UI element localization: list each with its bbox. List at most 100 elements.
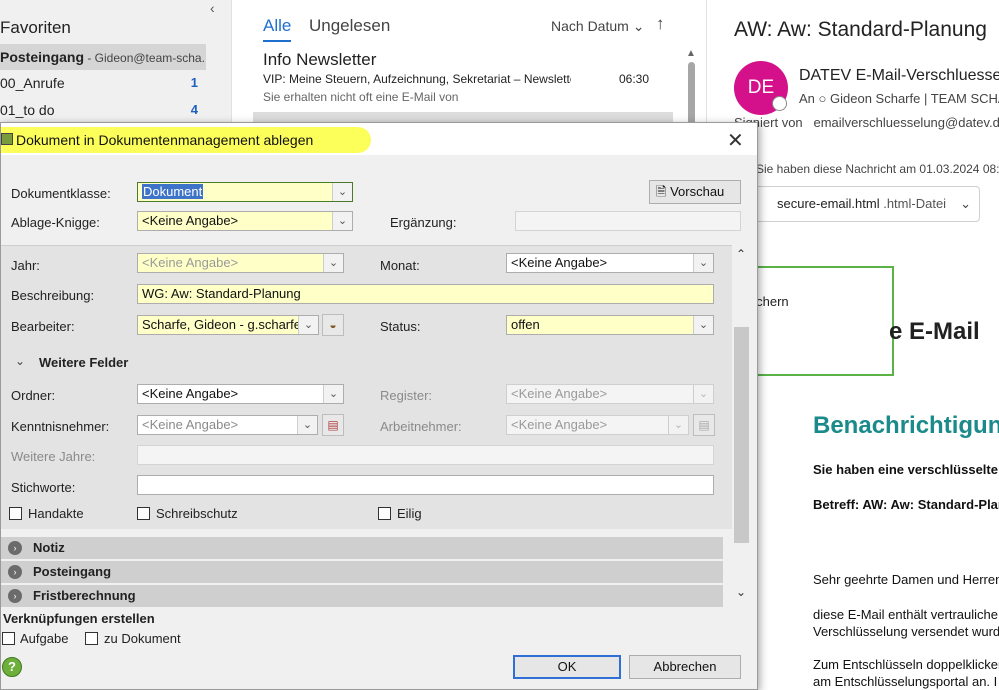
- section-notiz[interactable]: › Notiz: [1, 537, 723, 559]
- dokumentklasse-label: Dokumentklasse:: [11, 186, 111, 201]
- to-label: An: [799, 91, 815, 106]
- weitere-felder-toggle[interactable]: Weitere Felder: [39, 355, 128, 370]
- arbeitnehmer-combo[interactable]: <Keine Angabe> ⌄: [506, 415, 689, 435]
- monat-combo[interactable]: <Keine Angabe> ⌄: [506, 253, 714, 273]
- jahr-value: <Keine Angabe>: [142, 255, 239, 270]
- expand-icon[interactable]: ›: [8, 589, 22, 603]
- chevron-down-icon[interactable]: ⌄: [693, 254, 713, 272]
- body-line: Sie haben eine verschlüsselte: [813, 462, 998, 477]
- schreibschutz-label: Schreibschutz: [156, 506, 238, 521]
- expand-icon[interactable]: ›: [8, 565, 22, 579]
- chevron-down-icon[interactable]: ⌄: [297, 416, 317, 434]
- sort-dropdown[interactable]: Nach Datum ⌄: [551, 18, 644, 35]
- context-menu-box: eichern: [746, 266, 894, 376]
- dialog-titlebar[interactable]: Dokument in Dokumentenmanagement ablegen…: [1, 123, 757, 155]
- folder-item-anrufe[interactable]: 00_Anrufe 1: [0, 70, 206, 96]
- chevron-down-icon[interactable]: ⌄: [332, 212, 352, 230]
- bearbeiter-combo[interactable]: Scharfe, Gideon - g.scharfe ⌄: [137, 315, 319, 335]
- section-fristberechnung[interactable]: › Fristberechnung: [1, 585, 723, 607]
- section-label: Fristberechnung: [33, 588, 136, 603]
- beschreibung-label: Beschreibung:: [11, 288, 95, 303]
- sender-name[interactable]: DATEV E-Mail-Verschluesselung: [799, 67, 999, 85]
- calendar-icon[interactable]: ▤: [322, 414, 344, 436]
- section-posteingang[interactable]: › Posteingang: [1, 561, 723, 583]
- stichworte-field[interactable]: [137, 475, 714, 495]
- dms-app-icon: [1, 133, 13, 145]
- dokumentklasse-value: Dokument: [142, 184, 204, 199]
- chevron-down-icon[interactable]: ⌄: [298, 316, 318, 334]
- ordner-combo[interactable]: <Keine Angabe> ⌄: [137, 384, 344, 404]
- kenntnisnehmer-combo[interactable]: <Keine Angabe> ⌄: [137, 415, 318, 435]
- attachment-chip[interactable]: secure-email.html .html-Datei ⌄: [748, 186, 980, 222]
- eilig-checkbox[interactable]: [378, 507, 391, 520]
- sort-direction-icon[interactable]: ↑: [656, 14, 665, 34]
- chevron-down-icon[interactable]: ⌄: [693, 316, 713, 334]
- links-heading: Verknüpfungen erstellen: [3, 611, 155, 626]
- message-sender[interactable]: Info Newsletter: [263, 50, 376, 70]
- scroll-thumb[interactable]: [734, 327, 749, 543]
- chevron-down-icon[interactable]: ⌄: [960, 187, 971, 221]
- bearbeiter-value: Scharfe, Gideon - g.scharfe: [142, 317, 301, 332]
- dialog-scrollbar[interactable]: ⌃ ⌄: [732, 245, 752, 607]
- ablage-label: Ablage-Knigge:: [11, 215, 100, 230]
- folder-item-posteingang[interactable]: Posteingang - Gideon@team-scha...: [0, 44, 206, 70]
- collapse-pane-icon[interactable]: ‹: [210, 0, 215, 16]
- chevron-down-icon[interactable]: ⌄: [15, 354, 25, 368]
- scroll-up-icon[interactable]: ⌃: [736, 247, 746, 261]
- message-subject: VIP: Meine Steuern, Aufzeichnung, Sekret…: [263, 72, 571, 86]
- chevron-down-icon[interactable]: ⌄: [332, 183, 352, 201]
- preview-button[interactable]: 🗎 Vorschau: [649, 180, 741, 204]
- zu-dokument-label: zu Dokument: [104, 631, 181, 646]
- chevron-down-icon[interactable]: ⌄: [323, 254, 343, 272]
- to-value[interactable]: Gideon Scharfe | TEAM SCHARFE: [830, 91, 999, 106]
- status-combo[interactable]: offen ⌄: [506, 315, 714, 335]
- handakte-checkbox[interactable]: [9, 507, 22, 520]
- notification-heading: Benachrichtigung: [813, 412, 999, 439]
- presence-circle-icon: ○: [818, 91, 827, 106]
- recipient-line: An ○ Gideon Scharfe | TEAM SCHARFE: [799, 91, 999, 106]
- dokumentklasse-combo[interactable]: Dokument ⌄: [137, 182, 353, 202]
- weitere-jahre-field[interactable]: [137, 445, 714, 465]
- ordner-value: <Keine Angabe>: [142, 386, 239, 401]
- help-icon[interactable]: ?: [2, 657, 22, 677]
- presence-icon: [772, 96, 787, 111]
- bearbeiter-label: Bearbeiter:: [11, 319, 75, 334]
- tab-alle[interactable]: Alle: [263, 16, 291, 36]
- active-tab-indicator: [263, 40, 291, 42]
- expand-icon[interactable]: ›: [8, 541, 22, 555]
- ergaenzung-field[interactable]: [515, 211, 741, 231]
- calendar-icon[interactable]: ▤: [693, 414, 715, 436]
- zu-dokument-checkbox[interactable]: [85, 632, 98, 645]
- section-label: Notiz: [33, 540, 65, 555]
- unread-count: 1: [190, 75, 198, 90]
- user-picker-icon[interactable]: ◒: [322, 314, 344, 336]
- scroll-up-icon[interactable]: ▲: [686, 48, 696, 59]
- aufgabe-label: Aufgabe: [20, 631, 69, 646]
- scroll-thumb[interactable]: [688, 62, 695, 126]
- folder-item-todo[interactable]: 01_to do 4: [0, 97, 206, 123]
- close-icon[interactable]: ✕: [727, 128, 744, 153]
- ordner-label: Ordner:: [11, 388, 56, 403]
- ablage-combo[interactable]: <Keine Angabe> ⌄: [137, 211, 353, 231]
- register-label: Register:: [380, 388, 433, 403]
- scroll-down-icon[interactable]: ⌄: [736, 585, 746, 599]
- list-scrollbar[interactable]: ▲: [685, 48, 697, 126]
- schreibschutz-checkbox[interactable]: [137, 507, 150, 520]
- attachment-name: secure-email.html: [777, 196, 880, 211]
- body-line: Betreff: AW: Aw: Standard-Planung: [813, 497, 999, 512]
- aufgabe-checkbox[interactable]: [2, 632, 15, 645]
- chevron-down-icon[interactable]: ⌄: [323, 385, 343, 403]
- folder-name: Posteingang: [0, 49, 85, 65]
- arbeitnehmer-label: Arbeitnehmer:: [380, 419, 462, 434]
- beschreibung-field[interactable]: WG: Aw: Standard-Planung: [137, 284, 714, 304]
- tab-ungelesen[interactable]: Ungelesen: [309, 16, 390, 36]
- jahr-combo[interactable]: <Keine Angabe> ⌄: [137, 253, 344, 273]
- monat-value: <Keine Angabe>: [511, 255, 608, 270]
- dialog-title: Dokument in Dokumentenmanagement ablegen: [16, 132, 314, 148]
- ok-button[interactable]: OK: [513, 655, 621, 679]
- cancel-button[interactable]: Abbrechen: [629, 655, 741, 679]
- ergaenzung-label: Ergänzung:: [390, 215, 457, 230]
- weitere-jahre-label: Weitere Jahre:: [11, 449, 96, 464]
- register-combo[interactable]: <Keine Angabe> ⌄: [506, 384, 714, 404]
- unread-count: 4: [190, 102, 198, 117]
